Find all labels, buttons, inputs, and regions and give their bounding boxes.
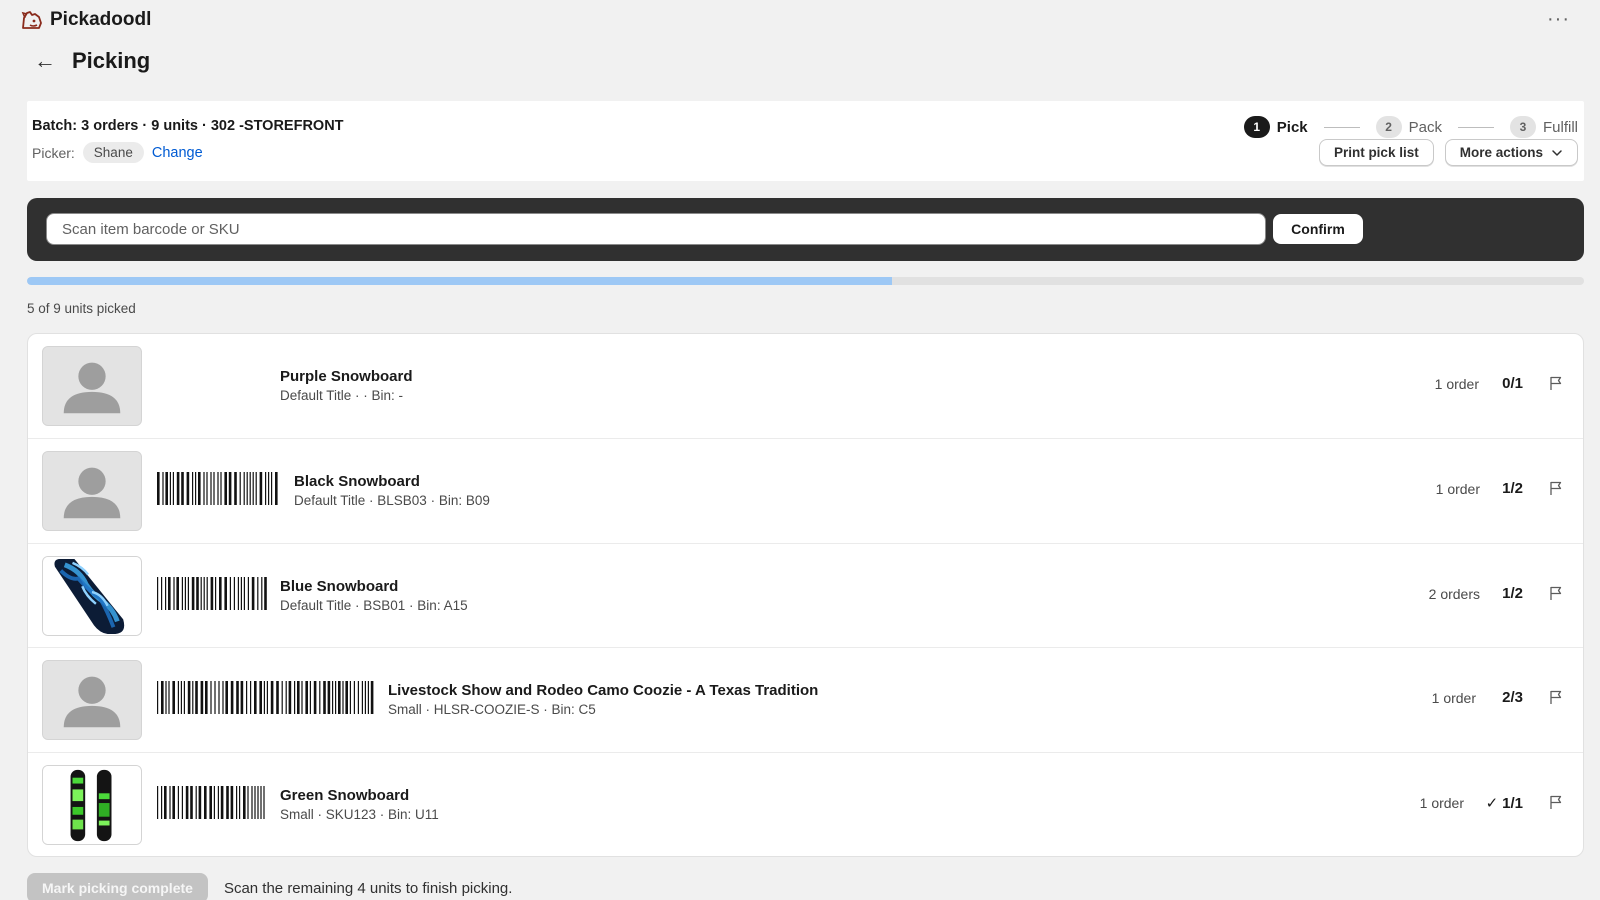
item-order-count: 1 order: [1431, 690, 1476, 707]
item-thumbnail: [42, 450, 142, 531]
barcode-image: [157, 786, 265, 820]
item-order-count: 2 orders: [1428, 585, 1480, 602]
item-qty-value: 1/2: [1502, 479, 1523, 497]
barcode-image: [157, 681, 374, 715]
item-name: Black Snowboard: [294, 472, 420, 490]
progress-text: 5 of 9 units picked: [27, 301, 136, 316]
item-qty-value: 0/1: [1502, 375, 1523, 392]
step-label: Pick: [1276, 118, 1308, 136]
item-qty-value: 1/2: [1502, 584, 1523, 602]
picker-label: Picker:: [32, 144, 75, 161]
brand: Pickadoodl: [20, 8, 151, 32]
green-snowboard-image: [43, 766, 141, 845]
item-meta: Small · SKU123 · Bin: U11: [280, 807, 439, 823]
top-bar: Pickadoodl ···: [0, 0, 1600, 40]
flag-icon[interactable]: [1548, 794, 1564, 810]
mark-picking-complete-button[interactable]: Mark picking complete: [27, 873, 208, 900]
blue-snowboard-image: [43, 556, 141, 635]
step-connector: [1457, 126, 1494, 128]
step-pick: 1 Pick: [1243, 116, 1308, 138]
item-name: Purple Snowboard: [280, 368, 413, 385]
change-picker-link[interactable]: Change: [152, 145, 203, 161]
placeholder-person-icon: [43, 661, 141, 740]
item-order-count: 1 order: [1434, 376, 1479, 392]
item-name: Livestock Show and Rodeo Camo Coozie - A…: [388, 682, 819, 700]
stepper: 1 Pick 2 Pack 3 Fulfill: [1243, 116, 1578, 138]
item-picked-qty: ✓ 1/1: [1486, 794, 1523, 812]
item-picked-qty: 1/2: [1502, 480, 1523, 497]
item-qty-value: 1/1: [1502, 795, 1523, 813]
more-actions-label: More actions: [1459, 145, 1543, 160]
flag-icon[interactable]: [1548, 689, 1564, 705]
item-name: Green Snowboard: [280, 787, 410, 805]
step-number: 1: [1243, 116, 1270, 138]
more-actions-button[interactable]: More actions: [1444, 139, 1578, 166]
scan-bar: Confirm: [27, 198, 1584, 261]
item-info: Green Snowboard Small · SKU123 · Bin: U1…: [280, 786, 439, 824]
dog-logo-icon: [21, 11, 42, 29]
pick-item-row[interactable]: Livestock Show and Rodeo Camo Coozie - A…: [28, 648, 1583, 754]
footer: Mark picking complete Scan the remaining…: [27, 873, 512, 900]
print-pick-list-button[interactable]: Print pick list: [1318, 139, 1434, 166]
batch-summary: Batch: 3 orders · 9 units · 302 -STOREFR…: [32, 118, 344, 134]
ellipsis-icon[interactable]: ···: [1547, 9, 1570, 29]
item-meta: Default Title · · Bin: -: [280, 388, 404, 403]
flag-icon[interactable]: [1548, 375, 1564, 391]
step-number: 3: [1509, 116, 1536, 138]
pick-item-row[interactable]: Black Snowboard Default Title · BLSB03 ·…: [28, 439, 1583, 544]
check-icon: ✓: [1485, 795, 1499, 813]
batch-actions: Print pick list More actions: [1318, 139, 1578, 166]
item-info: Livestock Show and Rodeo Camo Coozie - A…: [388, 681, 818, 719]
print-pick-list-label: Print pick list: [1333, 145, 1419, 160]
item-meta: Default Title · BSB01 · Bin: A15: [280, 597, 468, 613]
step-label: Fulfill: [1542, 118, 1578, 136]
flag-icon[interactable]: [1548, 480, 1564, 496]
item-info: Purple Snowboard Default Title · · Bin: …: [280, 367, 413, 405]
page-title: Picking: [72, 48, 151, 73]
item-meta: Small · HLSR-COOZIE-S · Bin: C5: [388, 702, 596, 718]
item-picked-qty: 0/1: [1502, 375, 1523, 392]
item-qty-value: 2/3: [1502, 689, 1523, 707]
item-info: Black Snowboard Default Title · BLSB03 ·…: [294, 472, 490, 510]
item-thumbnail: [42, 765, 142, 846]
step-number: 2: [1375, 116, 1402, 138]
item-info: Blue Snowboard Default Title · BSB01 · B…: [280, 577, 468, 615]
picker-chip: Shane: [82, 142, 144, 163]
app-name: Pickadoodl: [50, 9, 152, 30]
flag-icon[interactable]: [1548, 585, 1564, 601]
confirm-button[interactable]: Confirm: [1273, 214, 1363, 244]
item-name: Blue Snowboard: [280, 577, 399, 595]
placeholder-person-icon: [43, 347, 141, 425]
item-order-count: 1 order: [1435, 480, 1480, 497]
step-pack: 2 Pack: [1375, 116, 1442, 138]
progress-bar: [27, 277, 1584, 285]
picker-row: Picker: Shane Change: [32, 142, 203, 163]
page-header: ← Picking: [34, 48, 150, 74]
barcode-image: [157, 471, 278, 505]
footer-message: Scan the remaining 4 units to finish pic…: [223, 879, 513, 897]
step-connector: [1323, 126, 1360, 128]
back-arrow-icon[interactable]: ←: [34, 50, 56, 72]
pick-item-row[interactable]: Blue Snowboard Default Title · BSB01 · B…: [28, 544, 1583, 649]
scan-input[interactable]: [46, 213, 1266, 245]
placeholder-person-icon: [43, 451, 141, 530]
item-thumbnail: [42, 660, 142, 741]
barcode-image: [157, 576, 267, 610]
pick-item-row[interactable]: Green Snowboard Small · SKU123 · Bin: U1…: [28, 753, 1583, 856]
chevron-down-icon: [1552, 149, 1562, 156]
step-fulfill: 3 Fulfill: [1509, 116, 1578, 138]
item-thumbnail: [42, 346, 142, 426]
item-picked-qty: 1/2: [1502, 585, 1523, 602]
pick-list: Purple Snowboard Default Title · · Bin: …: [27, 333, 1584, 857]
pick-item-row[interactable]: Purple Snowboard Default Title · · Bin: …: [28, 334, 1583, 439]
progress-fill: [27, 277, 893, 285]
item-thumbnail: [42, 555, 142, 636]
item-meta: Default Title · BLSB03 · Bin: B09: [294, 492, 490, 508]
item-order-count: 1 order: [1419, 795, 1464, 812]
item-picked-qty: 2/3: [1502, 689, 1523, 706]
batch-card: Batch: 3 orders · 9 units · 302 -STOREFR…: [27, 101, 1584, 181]
step-label: Pack: [1408, 118, 1442, 136]
